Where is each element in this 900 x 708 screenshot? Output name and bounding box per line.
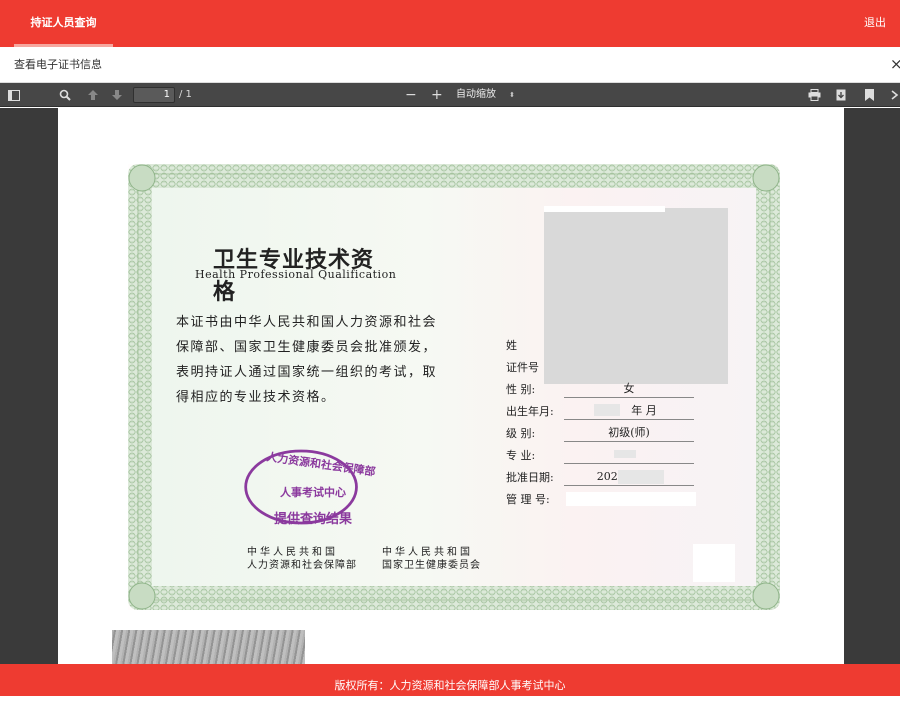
footer: 版权所有：人力资源和社会保障部人事考试中心 (0, 664, 900, 696)
dialog-title: 查看电子证书信息 (14, 58, 102, 71)
zoom-in-button[interactable]: + (431, 83, 443, 107)
field-level: 级 别: 初级(师) (506, 424, 736, 444)
field-label: 管 理 号: (506, 493, 550, 506)
logout-link[interactable]: 退出 (864, 0, 886, 46)
photo-mask (544, 206, 665, 212)
redaction-mask (594, 404, 620, 416)
field-gender: 性 别: 女 (506, 380, 736, 400)
field-label: 级 别: (506, 427, 536, 440)
field-label: 姓 (506, 339, 517, 352)
next-page-icon[interactable] (108, 83, 126, 107)
field-label: 专 业: (506, 449, 536, 462)
qr-code-redacted (693, 544, 735, 582)
zoom-select-value: 自动缩放 (456, 89, 496, 100)
field-label: 出生年月: (506, 405, 554, 418)
chevron-updown-icon: ⬍ (509, 91, 515, 99)
page-count: / 1 (179, 89, 192, 100)
pdf-page: 卫生专业技术资格 Health Professional Qualificati… (58, 108, 844, 664)
tab-certified-personnel-query[interactable]: 持证人员查询 (14, 0, 113, 47)
dialog-header: 查看电子证书信息 × (0, 47, 900, 83)
watermark-image-redacted (112, 630, 305, 664)
download-icon[interactable] (832, 83, 850, 107)
field-name: 姓 (506, 336, 736, 356)
close-icon[interactable]: × (890, 56, 900, 72)
certificate-description: 本证书由中华人民共和国人力资源和社会保障部、国家卫生健康委员会批准颁发，表明持证… (176, 315, 438, 405)
stamp-middle-text: 人事考试中心 (280, 486, 346, 499)
field-value: 初级(师) (564, 424, 694, 442)
search-icon[interactable] (56, 83, 74, 107)
field-label: 性 别: (506, 383, 536, 396)
issuer-left: 中华人民共和国 人力资源和社会保障部 (247, 546, 357, 572)
field-value: 女 (564, 380, 694, 398)
certificate-subtitle: Health Professional Qualification (195, 268, 397, 281)
issuer-left-line2: 人力资源和社会保障部 (247, 560, 357, 571)
page-number-input[interactable]: 1 (133, 87, 175, 103)
redaction-mask (566, 492, 696, 506)
field-label: 批准日期: (506, 471, 554, 484)
certificate: 卫生专业技术资格 Health Professional Qualificati… (128, 164, 780, 610)
stamp-bottom-text: 提供查询结果 (274, 512, 353, 527)
issuer-left-line1: 中华人民共和国 (247, 547, 338, 558)
redaction-mask (614, 450, 636, 458)
previous-page-icon[interactable] (84, 83, 102, 107)
top-navigation-bar: 持证人员查询 退出 (0, 0, 900, 47)
field-id-number: 证件号 (506, 358, 736, 378)
zoom-select[interactable]: 自动缩放 ⬍ (450, 86, 518, 104)
bookmark-icon[interactable] (860, 83, 878, 107)
tools-chevron-icon[interactable] (886, 83, 900, 107)
pdf-viewer[interactable]: 卫生专业技术资格 Health Professional Qualificati… (0, 108, 900, 664)
zoom-out-button[interactable]: − (405, 83, 417, 107)
print-icon[interactable] (805, 83, 823, 107)
pdf-toolbar: 1 / 1 − + 自动缩放 ⬍ (0, 83, 900, 107)
issuer-right: 中华人民共和国 国家卫生健康委员会 (382, 546, 481, 572)
issuer-right-line1: 中华人民共和国 (382, 547, 473, 558)
redaction-mask (618, 470, 664, 484)
field-birth-date: 出生年月: 年 月 (506, 402, 736, 422)
sidebar-toggle-icon[interactable] (5, 83, 23, 107)
field-value: 年 月 (564, 402, 694, 420)
issuer-right-line2: 国家卫生健康委员会 (382, 560, 481, 571)
field-label: 证件号 (506, 361, 539, 374)
